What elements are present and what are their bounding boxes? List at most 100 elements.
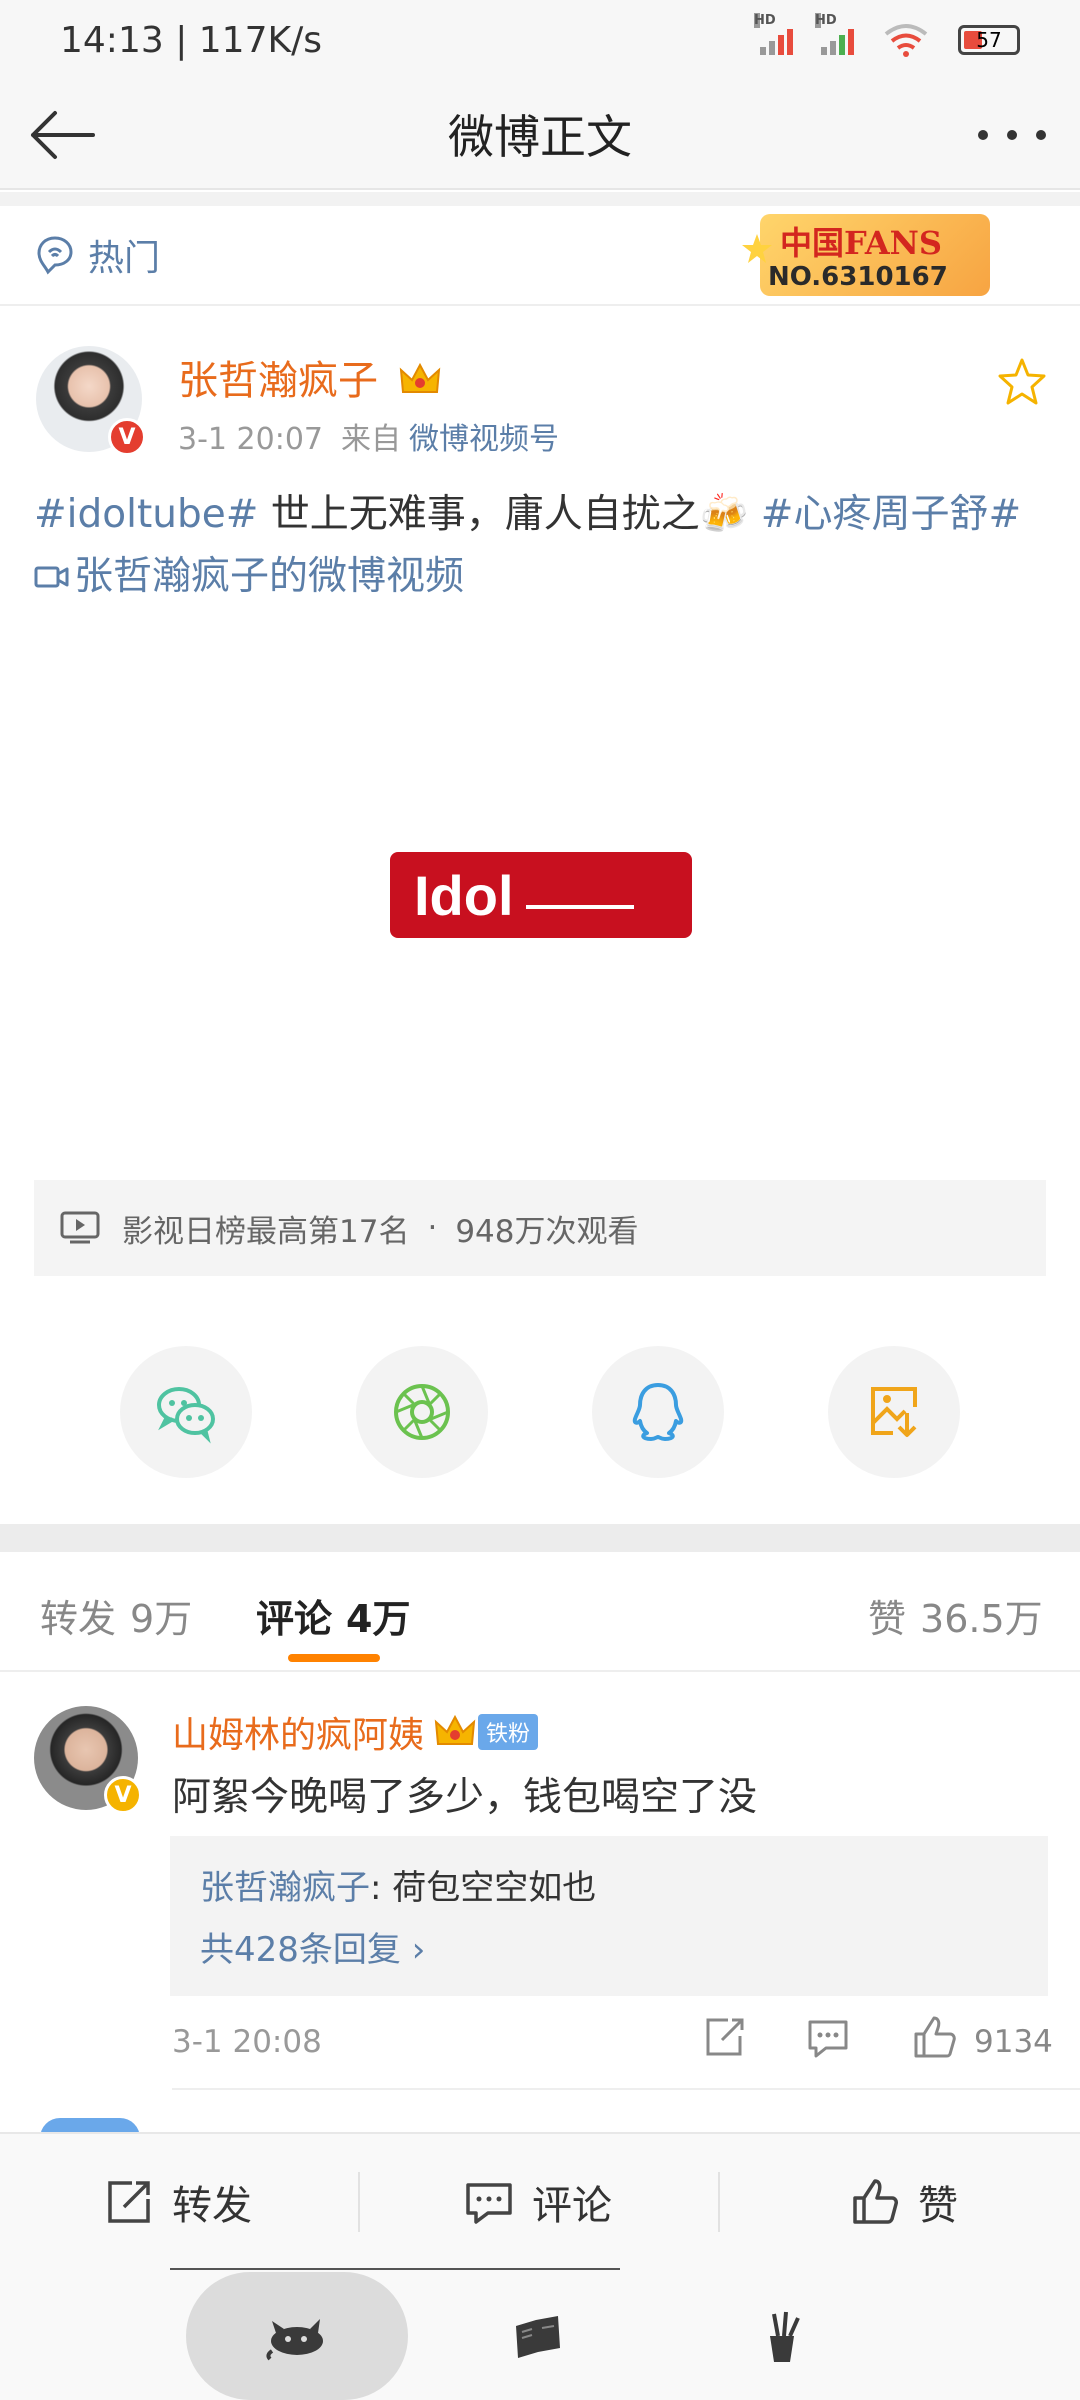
video-link[interactable]: 张哲瀚疯子的微博视频 [34,554,464,599]
share-moments-button[interactable] [356,1346,488,1478]
author-name-text: 张哲瀚疯子 [178,358,378,404]
thumbs-up-icon [853,2179,898,2224]
post-time: 3-1 20:07 [178,422,323,457]
author-avatar[interactable]: V [36,346,146,456]
dock-item-active[interactable] [186,2272,408,2400]
hot-row[interactable]: 热门 中国FANS NO.6310167 [0,206,1080,306]
video-camera-icon [34,566,69,588]
divider [358,2172,360,2232]
hashtag-idoltube[interactable]: #idoltube# [34,492,258,537]
reply-line: 张哲瀚疯子: 荷包空空如也 [200,1860,596,1909]
fan-level-badge: 铁粉 [478,1714,539,1750]
tab-like-label: 赞 [868,1597,907,1641]
active-tab-indicator [288,1654,380,1662]
share-wechat-button[interactable] [120,1346,252,1478]
comment-time: 3-1 20:08 [172,2024,322,2060]
wifi-icon [884,24,928,57]
commenter-avatar[interactable]: V [34,1706,142,1814]
reply-comment-icon[interactable] [804,2014,852,2062]
repost-label: 转发 [172,2183,252,2229]
moments-icon [394,1384,450,1440]
divider [718,2172,720,2232]
idol-logo-text: Idol [414,863,514,927]
like-label: 赞 [918,2183,958,2229]
tab-comment-label: 评论 [256,1597,333,1641]
repost-button[interactable]: 转发 [104,2134,252,2270]
signal-icon: HD [815,13,854,55]
author-name[interactable]: 张哲瀚疯子 [178,348,441,406]
navigation-dock [0,2268,1080,2400]
post-source-link[interactable]: 微博视频号 [409,422,559,457]
signal-icon: HD [754,13,793,55]
from-label: 来自 [341,422,401,457]
post-body-text: 世上无难事，庸人自扰之🍻 [258,492,761,537]
status-time-speed: 14:13 | 117K/s [60,19,322,61]
gesture-indicator [170,2268,620,2270]
wechat-icon [157,1387,215,1444]
share-qq-button[interactable] [592,1346,724,1478]
status-indicators: HD HD 57 [754,13,1020,58]
video-views: 948万次观看 [455,1213,639,1250]
book-icon[interactable] [508,2308,568,2368]
commenter-name[interactable]: 山姆林的疯阿姨 铁粉 [172,1706,539,1758]
fans-badge-number: NO.6310167 [768,262,948,292]
crown-icon [434,1714,476,1745]
bottom-action-bar: 转发 评论 赞 [0,2132,1080,2268]
tab-like[interactable]: 赞 36.5万 [868,1588,1043,1643]
save-image-icon [871,1387,917,1437]
comment-button[interactable]: 评论 [464,2134,612,2270]
fans-badge-title: 中国FANS [780,224,943,262]
favorite-star-icon[interactable] [996,356,1048,408]
page-title: 微博正文 [448,110,632,164]
divider [0,192,1080,206]
video-rank: 影视日榜最高第17名 [122,1213,410,1250]
cat-icon [266,2319,323,2361]
status-bar: 14:13 | 117K/s HD HD 57 [0,0,1080,80]
video-stats[interactable]: 影视日榜最高第17名 · 948万次观看 [34,1180,1046,1276]
view-replies-link[interactable]: 共428条回复 › [200,1922,425,1971]
comment-icon [466,2183,512,2224]
tab-like-count: 36.5万 [920,1597,1043,1641]
nav-bar: 微博正文 [0,80,1080,190]
save-image-button[interactable] [828,1346,960,1478]
more-options-button[interactable] [972,110,1052,160]
post-text: #idoltube# 世上无难事，庸人自扰之🍻 #心疼周子舒# 张哲瀚疯子的微博… [34,484,1050,608]
reply-author[interactable]: 张哲瀚疯子 [200,1868,370,1908]
tab-comment[interactable]: 评论 4万 [256,1588,410,1643]
china-fans-badge[interactable]: 中国FANS NO.6310167 [740,206,1010,302]
section-divider [0,1524,1080,1552]
engagement-tabs: 转发 9万 评论 4万 赞 36.5万 [0,1552,1080,1672]
idol-logo: Idol [390,852,692,938]
hot-label: 热门 [88,238,161,279]
like-comment-icon[interactable] [910,2014,958,2062]
verified-badge-icon: V [104,1776,142,1814]
separator-dot: · [427,1210,438,1246]
repost-comment-icon[interactable] [700,2014,748,2062]
brush-holder-icon[interactable] [752,2308,812,2368]
repost-icon [108,2181,150,2223]
star-icon [742,234,772,263]
tab-repost-count: 9万 [130,1597,193,1641]
reply-text: : 荷包空空如也 [370,1868,597,1908]
battery-icon: 57 [958,25,1020,55]
crown-icon [399,362,440,393]
battery-level: 57 [976,28,1002,52]
comment-label: 评论 [532,2183,612,2229]
qq-icon [632,1383,684,1441]
video-link-text: 张哲瀚疯子的微博视频 [74,554,465,599]
video-player[interactable]: Idol [34,610,1046,1170]
like-button[interactable]: 赞 [850,2134,958,2270]
comment-text: 阿絮今晚喝了多少，钱包喝空了没 [172,1775,758,1820]
hot-icon [37,236,73,275]
comment-divider [172,2088,1080,2090]
post-meta: 3-1 20:07 来自 微博视频号 [178,414,559,458]
verified-badge-icon: V [108,418,146,456]
tab-comment-count: 4万 [346,1597,411,1641]
hashtag-heartache[interactable]: #心疼周子舒# [761,492,1021,537]
comment-like-count: 9134 [974,2024,1053,2060]
reply-preview[interactable]: 张哲瀚疯子: 荷包空空如也 共428条回复 › [170,1836,1048,1996]
tab-repost[interactable]: 转发 9万 [40,1588,192,1643]
video-play-icon [60,1211,100,1244]
commenter-name-text: 山姆林的疯阿姨 [172,1715,425,1756]
tab-repost-label: 转发 [40,1597,117,1641]
